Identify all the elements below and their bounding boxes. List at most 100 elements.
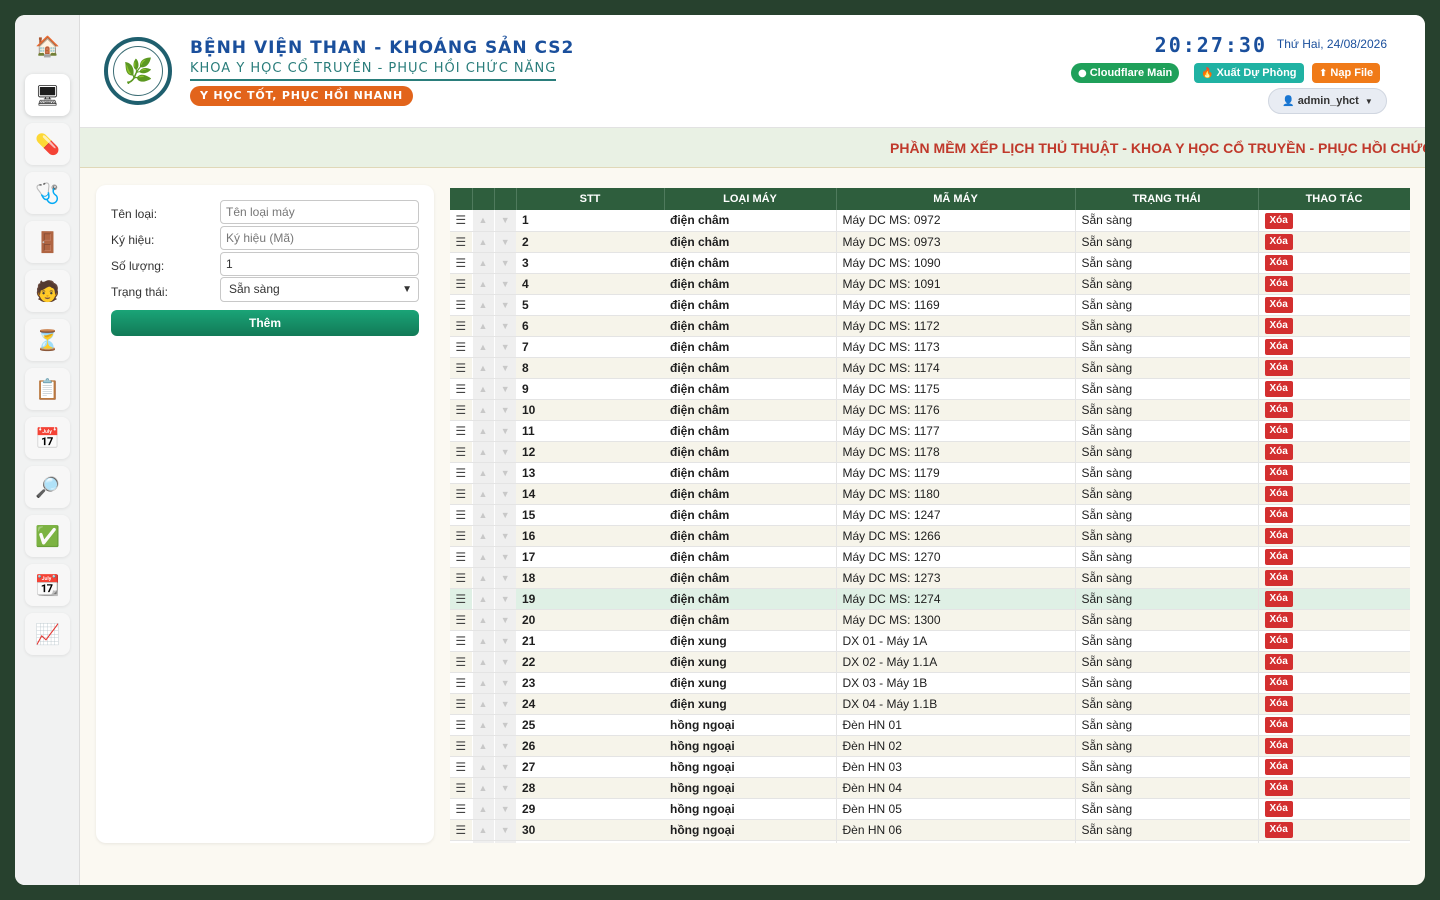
move-up-icon[interactable]: ▲ — [471, 840, 494, 843]
move-down-icon[interactable]: ▼ — [493, 735, 516, 757]
delete-button[interactable]: Xóa — [1264, 255, 1293, 271]
move-up-icon[interactable]: ▲ — [471, 273, 494, 295]
table-row[interactable]: ☰ ▲ ▼ 30 hồng ngoại Đèn HN 06 Sẵn sàng Xóa — [450, 819, 1410, 841]
move-down-icon[interactable]: ▼ — [493, 441, 516, 463]
delete-button[interactable]: Xóa — [1264, 633, 1293, 649]
move-down-icon[interactable]: ▼ — [493, 378, 516, 400]
delete-button[interactable]: Xóa — [1264, 759, 1293, 775]
delete-button[interactable]: Xóa — [1264, 465, 1293, 481]
drag-handle-icon[interactable]: ☰ — [450, 231, 472, 253]
table-row[interactable]: ☰▲▼31hồng ngoạiĐèn HN 07Sẵn sàngXóa — [450, 840, 1410, 843]
sidebar-item-hourglass[interactable]: ⏳ — [25, 319, 70, 361]
drag-handle-icon[interactable]: ☰ — [450, 336, 472, 358]
drag-handle-icon[interactable]: ☰ — [450, 210, 472, 232]
table-row[interactable]: ☰ ▲ ▼ 10 điện châm Máy DC MS: 1176 Sẵn sàng Xóa — [450, 399, 1410, 421]
table-row[interactable]: ☰ ▲ ▼ 5 điện châm Máy DC MS: 1169 Sẵn sàng Xóa — [450, 294, 1410, 316]
move-down-icon[interactable]: ▼ — [493, 462, 516, 484]
move-down-icon[interactable]: ▼ — [493, 525, 516, 547]
move-down-icon[interactable]: ▼ — [493, 798, 516, 820]
sidebar-item-search[interactable]: 🔎 — [25, 466, 70, 508]
drag-handle-icon[interactable]: ☰ — [450, 651, 472, 673]
delete-button[interactable]: Xóa — [1264, 738, 1293, 754]
move-down-icon[interactable]: ▼ — [493, 693, 516, 715]
move-down-icon[interactable]: ▼ — [493, 714, 516, 736]
table-row[interactable]: ☰ ▲ ▼ 2 điện châm Máy DC MS: 0973 Sẵn sàng Xóa — [450, 231, 1410, 253]
delete-button[interactable]: Xóa — [1264, 801, 1293, 817]
status-select[interactable]: Sẵn sàng ▼ — [220, 277, 419, 302]
move-down-icon[interactable]: ▼ — [493, 420, 516, 442]
move-down-icon[interactable]: ▼ — [493, 252, 516, 274]
sidebar-item-home[interactable]: 🏠 — [25, 25, 70, 67]
move-up-icon[interactable]: ▲ — [471, 483, 494, 505]
delete-button[interactable]: Xóa — [1264, 717, 1293, 733]
move-down-icon[interactable]: ▼ — [493, 777, 516, 799]
move-up-icon[interactable]: ▲ — [471, 546, 494, 568]
table-row[interactable]: ☰ ▲ ▼ 11 điện châm Máy DC MS: 1177 Sẵn sàng Xóa — [450, 420, 1410, 442]
move-down-icon[interactable]: ▼ — [493, 630, 516, 652]
table-row[interactable]: ☰ ▲ ▼ 25 hồng ngoại Đèn HN 01 Sẵn sàng Xóa — [450, 714, 1410, 736]
drag-handle-icon[interactable]: ☰ — [450, 672, 472, 694]
move-down-icon[interactable]: ▼ — [493, 357, 516, 379]
sidebar-item-clipboard[interactable]: 📋 — [25, 368, 70, 410]
delete-button[interactable]: Xóa — [1264, 381, 1293, 397]
delete-button[interactable]: Xóa — [1264, 339, 1293, 355]
table-row[interactable]: ☰ ▲ ▼ 19 điện châm Máy DC MS: 1274 Sẵn sàng Xóa — [450, 588, 1410, 610]
table-row[interactable]: ☰ ▲ ▼ 21 điện xung DX 01 - Máy 1A Sẵn sàng Xóa — [450, 630, 1410, 652]
move-up-icon[interactable]: ▲ — [471, 210, 494, 232]
move-up-icon[interactable]: ▲ — [471, 231, 494, 253]
delete-button[interactable]: Xóa — [1264, 297, 1293, 313]
move-up-icon[interactable]: ▲ — [471, 441, 494, 463]
move-up-icon[interactable]: ▲ — [471, 252, 494, 274]
table-row[interactable]: ☰ ▲ ▼ 18 điện châm Máy DC MS: 1273 Sẵn sàng Xóa — [450, 567, 1410, 589]
delete-button[interactable]: Xóa — [1264, 234, 1293, 250]
drag-handle-icon[interactable]: ☰ — [450, 525, 472, 547]
export-backup-button[interactable]: 🔥 Xuất Dự Phòng — [1194, 63, 1304, 83]
table-row[interactable]: ☰ ▲ ▼ 4 điện châm Máy DC MS: 1091 Sẵn sàng Xóa — [450, 273, 1410, 295]
drag-handle-icon[interactable]: ☰ — [450, 399, 472, 421]
move-down-icon[interactable]: ▼ — [493, 483, 516, 505]
table-row[interactable]: ☰ ▲ ▼ 22 điện xung DX 02 - Máy 1.1A Sẵn sàng Xó… — [450, 651, 1410, 673]
drag-handle-icon[interactable]: ☰ — [450, 420, 472, 442]
move-down-icon[interactable]: ▼ — [493, 399, 516, 421]
move-up-icon[interactable]: ▲ — [471, 672, 494, 694]
move-down-icon[interactable]: ▼ — [493, 651, 516, 673]
move-up-icon[interactable]: ▲ — [471, 630, 494, 652]
delete-button[interactable]: Xóa — [1264, 549, 1293, 565]
delete-button[interactable]: Xóa — [1264, 822, 1293, 838]
move-up-icon[interactable]: ▲ — [471, 798, 494, 820]
move-down-icon[interactable]: ▼ — [493, 336, 516, 358]
table-row[interactable]: ☰ ▲ ▼ 29 hồng ngoại Đèn HN 05 Sẵn sàng Xóa — [450, 798, 1410, 820]
delete-button[interactable]: Xóa — [1264, 360, 1293, 376]
table-row[interactable]: ☰ ▲ ▼ 7 điện châm Máy DC MS: 1173 Sẵn sàng Xóa — [450, 336, 1410, 358]
move-down-icon[interactable]: ▼ — [493, 840, 516, 843]
sidebar-item-stethoscope[interactable]: 🩺 — [25, 172, 70, 214]
move-up-icon[interactable]: ▲ — [471, 693, 494, 715]
delete-button[interactable]: Xóa — [1264, 402, 1293, 418]
move-up-icon[interactable]: ▲ — [471, 504, 494, 526]
drag-handle-icon[interactable]: ☰ — [450, 441, 472, 463]
device-code-input[interactable] — [220, 226, 419, 250]
delete-button[interactable]: Xóa — [1264, 486, 1293, 502]
table-row[interactable]: ☰ ▲ ▼ 28 hồng ngoại Đèn HN 04 Sẵn sàng Xóa — [450, 777, 1410, 799]
move-up-icon[interactable]: ▲ — [471, 651, 494, 673]
sidebar-item-monitor[interactable]: 🖥 — [25, 74, 70, 116]
delete-button[interactable]: Xóa — [1264, 675, 1293, 691]
drag-handle-icon[interactable]: ☰ — [450, 714, 472, 736]
delete-button[interactable]: Xóa — [1264, 212, 1293, 229]
move-down-icon[interactable]: ▼ — [493, 546, 516, 568]
delete-button[interactable]: Xóa — [1264, 612, 1293, 628]
table-row[interactable]: ☰ ▲ ▼ 6 điện châm Máy DC MS: 1172 Sẵn sàng Xóa — [450, 315, 1410, 337]
table-row[interactable]: ☰ ▲ ▼ 1 điện châm Máy DC MS: 0972 Sẵn sàng Xóa — [450, 210, 1410, 232]
delete-button[interactable]: Xóa — [1264, 780, 1293, 796]
table-row[interactable]: ☰ ▲ ▼ 9 điện châm Máy DC MS: 1175 Sẵn sàng Xóa — [450, 378, 1410, 400]
table-row[interactable]: ☰ ▲ ▼ 3 điện châm Máy DC MS: 1090 Sẵn sàng Xóa — [450, 252, 1410, 274]
drag-handle-icon[interactable]: ☰ — [450, 273, 472, 295]
move-down-icon[interactable]: ▼ — [493, 315, 516, 337]
table-row[interactable]: ☰ ▲ ▼ 24 điện xung DX 04 - Máy 1.1B Sẵn sàng Xó… — [450, 693, 1410, 715]
drag-handle-icon[interactable]: ☰ — [450, 378, 472, 400]
delete-button[interactable]: Xóa — [1264, 318, 1293, 334]
move-up-icon[interactable]: ▲ — [471, 315, 494, 337]
move-down-icon[interactable]: ▼ — [493, 567, 516, 589]
sidebar-item-chart[interactable]: 📈 — [25, 613, 70, 655]
move-up-icon[interactable]: ▲ — [471, 378, 494, 400]
